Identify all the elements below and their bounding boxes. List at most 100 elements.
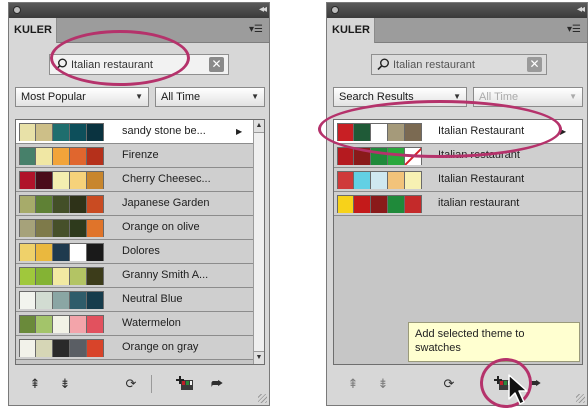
- color-swatch: [19, 316, 36, 333]
- theme-swatches: [337, 123, 422, 141]
- color-swatch: [36, 340, 53, 357]
- color-swatch: [70, 292, 87, 309]
- color-swatch: [337, 124, 354, 141]
- sort-dropdown-label: Most Popular: [21, 91, 86, 103]
- theme-row[interactable]: Granny Smith A...: [16, 264, 264, 288]
- move-down-icon[interactable]: ⇟: [373, 375, 393, 393]
- color-swatch: [53, 196, 70, 213]
- expand-arrow-icon[interactable]: ▶: [236, 120, 242, 143]
- refresh-icon[interactable]: ⟳: [439, 375, 459, 393]
- color-swatch: [70, 268, 87, 285]
- theme-name: Granny Smith A...: [122, 269, 209, 281]
- resize-grip[interactable]: [576, 394, 585, 403]
- color-swatch: [87, 340, 104, 357]
- add-to-swatches-icon[interactable]: [175, 375, 195, 393]
- color-swatch: [70, 220, 87, 237]
- sort-dropdown[interactable]: Search Results ▼: [333, 87, 467, 107]
- theme-name: italian restaurant: [438, 197, 520, 209]
- color-swatch: [19, 268, 36, 285]
- theme-row[interactable]: Watermelon: [16, 312, 264, 336]
- share-icon[interactable]: ⮫: [207, 375, 227, 393]
- theme-row[interactable]: Italian restaurant: [334, 144, 582, 168]
- close-panel-button[interactable]: [331, 6, 339, 14]
- time-dropdown: All Time ▼: [473, 87, 583, 107]
- theme-row[interactable]: Japanese Garden: [16, 192, 264, 216]
- theme-name: Japanese Garden: [122, 197, 210, 209]
- color-swatch: [70, 148, 87, 165]
- theme-swatches: [19, 147, 104, 165]
- theme-name: Dolores: [122, 245, 160, 257]
- resize-grip[interactable]: [258, 394, 267, 403]
- color-swatch: [87, 196, 104, 213]
- panel-menu-icon[interactable]: ▾☰: [567, 24, 581, 36]
- theme-swatches: [337, 195, 422, 213]
- scrollbar[interactable]: ▲ ▼: [253, 120, 264, 364]
- color-swatch: [19, 340, 36, 357]
- tab-kuler[interactable]: KULER: [9, 18, 57, 43]
- tooltip: Add selected theme to swatches: [408, 322, 580, 362]
- color-swatch: [70, 196, 87, 213]
- color-swatch: [53, 244, 70, 261]
- color-swatch: [36, 172, 53, 189]
- color-swatch: [405, 196, 422, 213]
- time-dropdown[interactable]: All Time ▼: [155, 87, 265, 107]
- color-swatch: [405, 172, 422, 189]
- color-swatch: [36, 292, 53, 309]
- add-swatches-icon: [176, 376, 193, 390]
- theme-swatches: [19, 339, 104, 357]
- color-swatch: [19, 244, 36, 261]
- search-input[interactable]: [71, 57, 191, 72]
- chevron-down-icon: ▼: [251, 92, 259, 101]
- theme-row[interactable]: italian restaurant: [334, 192, 582, 216]
- color-swatch: [405, 124, 422, 141]
- theme-row[interactable]: Dolores: [16, 240, 264, 264]
- theme-row[interactable]: Orange on olive: [16, 216, 264, 240]
- theme-row[interactable]: Orange on gray: [16, 336, 264, 360]
- theme-row[interactable]: Cherry Cheesec...: [16, 168, 264, 192]
- theme-swatches: [337, 171, 422, 189]
- color-swatch: [371, 196, 388, 213]
- panel-menu-icon[interactable]: ▾☰: [249, 24, 263, 36]
- theme-row[interactable]: Italian Restaurant: [334, 168, 582, 192]
- color-swatch: [388, 172, 405, 189]
- theme-swatches: [19, 219, 104, 237]
- color-swatch: [19, 148, 36, 165]
- theme-swatches: [337, 147, 422, 165]
- move-up-icon[interactable]: ⇞: [343, 375, 363, 393]
- color-swatch: [70, 340, 87, 357]
- refresh-icon[interactable]: ⟳: [121, 375, 141, 393]
- color-swatch: [53, 220, 70, 237]
- tab-kuler[interactable]: KULER: [327, 18, 375, 43]
- search-box: ✕: [49, 54, 229, 75]
- color-swatch: [87, 124, 104, 141]
- clear-search-icon[interactable]: ✕: [527, 57, 542, 72]
- theme-swatches: [19, 123, 104, 141]
- color-swatch: [53, 268, 70, 285]
- color-swatch: [354, 124, 371, 141]
- color-swatch: [87, 172, 104, 189]
- theme-row[interactable]: sandy stone be... ▶: [16, 120, 264, 144]
- collapse-icon[interactable]: ◂◂: [577, 4, 585, 16]
- color-swatch: [36, 220, 53, 237]
- chevron-down-icon: ▼: [569, 92, 577, 101]
- collapse-icon[interactable]: ◂◂: [259, 4, 267, 16]
- sort-dropdown[interactable]: Most Popular ▼: [15, 87, 149, 107]
- move-down-icon[interactable]: ⇟: [55, 375, 75, 393]
- scroll-up-icon[interactable]: ▲: [254, 120, 264, 133]
- close-panel-button[interactable]: [13, 6, 21, 14]
- color-swatch: [87, 148, 104, 165]
- theme-name: Italian restaurant: [438, 149, 520, 161]
- tab-bar: KULER ▾☰: [327, 18, 587, 43]
- color-swatch: [36, 196, 53, 213]
- color-swatch: [354, 172, 371, 189]
- scroll-down-icon[interactable]: ▼: [254, 351, 264, 364]
- expand-arrow-icon[interactable]: ▶: [560, 120, 566, 143]
- theme-row[interactable]: Neutral Blue: [16, 288, 264, 312]
- search-input[interactable]: [393, 57, 513, 72]
- theme-row[interactable]: Firenze: [16, 144, 264, 168]
- panel-toolbar: ⇞ ⇟ ⟳ ⮫: [9, 365, 269, 405]
- theme-row[interactable]: Italian Restaurant ▶: [334, 120, 582, 144]
- color-swatch: [87, 268, 104, 285]
- clear-search-icon[interactable]: ✕: [209, 57, 224, 72]
- move-up-icon[interactable]: ⇞: [25, 375, 45, 393]
